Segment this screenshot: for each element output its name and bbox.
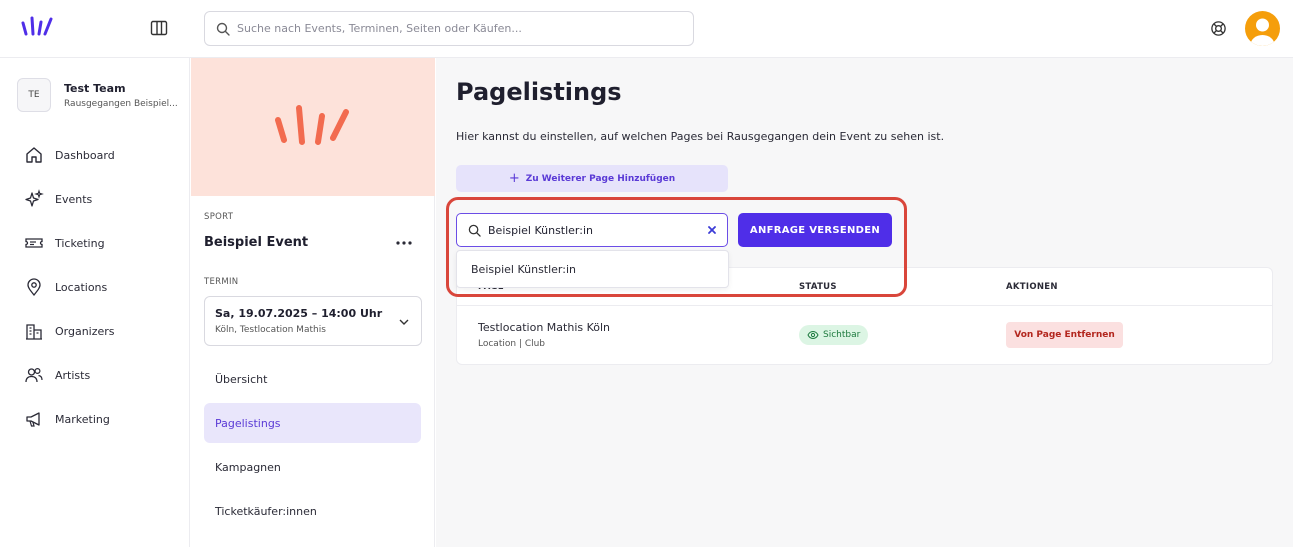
building-icon: [26, 324, 42, 340]
status-label: Sichtbar: [823, 330, 861, 340]
event-banner: [191, 58, 435, 196]
remove-from-page-button[interactable]: Von Page Entfernen: [1006, 322, 1123, 348]
chevron-down-icon: [399, 319, 409, 325]
subnav-ticketkaeufer[interactable]: Ticketkäufer:innen: [204, 491, 421, 531]
team-name: Test Team: [64, 82, 126, 95]
home-icon: [26, 147, 42, 163]
sidebar-item-organizers[interactable]: Organizers: [24, 320, 174, 342]
sidebar-item-label: Locations: [55, 280, 108, 294]
sidebar-item-label: Ticketing: [55, 236, 105, 250]
page-title: Pagelistings: [456, 78, 622, 106]
sidebar-item-dashboard[interactable]: Dashboard: [24, 144, 174, 166]
top-bar: [0, 0, 1293, 58]
logo-icon[interactable]: [18, 14, 58, 40]
search-input[interactable]: [237, 12, 677, 45]
sidebar-item-label: Artists: [55, 368, 91, 382]
termin-date: Sa, 19.07.2025 – 14:00 Uhr: [215, 307, 383, 320]
main-sidebar: TE Test Team Rausgegangen Beispiel... Da…: [0, 58, 190, 547]
column-header-status: STATUS: [799, 282, 837, 292]
table-row-page-name[interactable]: Testlocation Mathis Köln: [478, 321, 610, 334]
status-badge: Sichtbar: [799, 325, 869, 345]
event-placeholder-logo-icon: [275, 105, 349, 145]
add-page-label: Zu Weiterer Page Hinzufügen: [525, 173, 676, 184]
event-panel: SPORT Beispiel Event TERMIN Sa, 19.07.20…: [191, 58, 435, 547]
add-page-button[interactable]: + Zu Weiterer Page Hinzufügen: [456, 165, 728, 192]
autocomplete-option[interactable]: Beispiel Künstler:in: [471, 263, 576, 276]
autocomplete-dropdown: Beispiel Künstler:in: [456, 250, 729, 288]
user-avatar[interactable]: [1245, 11, 1280, 46]
subnav-uebersicht[interactable]: Übersicht: [204, 359, 421, 399]
sidebar-item-marketing[interactable]: Marketing: [24, 408, 174, 430]
map-pin-icon: [27, 278, 41, 297]
termin-label: TERMIN: [204, 277, 239, 287]
subnav-kampagnen[interactable]: Kampagnen: [204, 447, 421, 487]
sidebar-item-label: Dashboard: [55, 148, 115, 162]
sidebar-item-artists[interactable]: Artists: [24, 364, 174, 386]
sidebar-item-events[interactable]: Events: [24, 188, 174, 210]
plus-icon: +: [508, 171, 520, 186]
termin-select[interactable]: Sa, 19.07.2025 – 14:00 Uhr Köln, Testloc…: [204, 296, 422, 346]
subnav-pagelistings[interactable]: Pagelistings: [204, 403, 421, 443]
page-description: Hier kannst du einstellen, auf welchen P…: [456, 130, 945, 143]
page-request-input[interactable]: [488, 214, 698, 246]
send-request-button[interactable]: ANFRAGE VERSENDEN: [738, 213, 892, 247]
sidebar-item-ticketing[interactable]: Ticketing: [24, 232, 174, 254]
close-icon[interactable]: [705, 223, 719, 237]
eye-icon: [807, 330, 819, 340]
page-request-search[interactable]: [456, 213, 728, 247]
table-divider: [457, 305, 1272, 306]
sidebar-item-locations[interactable]: Locations: [24, 276, 174, 298]
sparkles-icon: [25, 189, 44, 207]
sidebar-item-label: Events: [55, 192, 93, 206]
help-icon[interactable]: [1210, 20, 1227, 37]
ticket-icon: [25, 238, 43, 248]
team-switcher[interactable]: TE Test Team Rausgegangen Beispiel...: [17, 78, 187, 114]
termin-location: Köln, Testlocation Mathis: [215, 325, 326, 335]
users-icon: [25, 367, 43, 383]
main-content: Pagelistings Hier kannst du einstellen, …: [436, 58, 1293, 547]
global-search[interactable]: [204, 11, 694, 46]
event-title: Beispiel Event: [204, 235, 309, 250]
megaphone-icon: [26, 412, 40, 427]
table-row-page-type: Location | Club: [478, 339, 546, 349]
search-icon: [468, 224, 481, 237]
column-header-actions: AKTIONEN: [1006, 282, 1058, 292]
user-avatar-icon: [1250, 18, 1275, 46]
sidebar-toggle-icon[interactable]: [150, 20, 168, 36]
more-options-icon[interactable]: [395, 234, 413, 252]
search-icon: [216, 22, 230, 36]
event-category: SPORT: [204, 212, 234, 222]
team-subtitle: Rausgegangen Beispiel...: [64, 99, 178, 109]
team-avatar: TE: [17, 78, 51, 112]
sidebar-item-label: Organizers: [55, 324, 115, 338]
sidebar-item-label: Marketing: [55, 412, 110, 426]
